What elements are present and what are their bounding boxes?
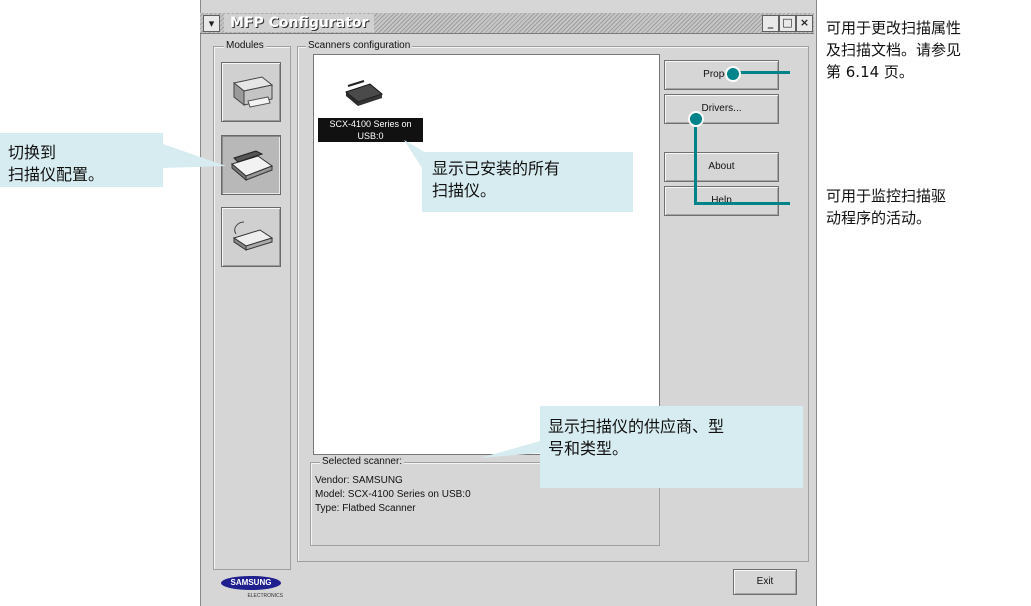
drivers-note-line1: 可用于监控扫描驱 bbox=[826, 187, 947, 205]
drivers-leader-vertical bbox=[694, 117, 697, 205]
drivers-leader-horizontal bbox=[694, 202, 790, 205]
vendor-callout-pointer bbox=[480, 441, 540, 458]
installed-callout: 显示已安装的所有 扫描仪。 bbox=[422, 152, 633, 212]
switch-callout-pointer bbox=[163, 144, 226, 168]
properties-note-line2: 及扫描文档。请参见 bbox=[826, 41, 962, 59]
switch-callout: 切换到 扫描仪配置。 bbox=[0, 133, 163, 187]
vendor-callout-line1: 显示扫描仪的供应商、型 bbox=[548, 417, 725, 436]
properties-note: 可用于更改扫描属性 及扫描文档。请参见 第 6.14 页。 bbox=[826, 17, 961, 83]
drivers-note-line2: 动程序的活动。 bbox=[826, 209, 932, 227]
switch-callout-line1: 切换到 bbox=[8, 143, 57, 162]
installed-callout-line1: 显示已安装的所有 bbox=[432, 159, 561, 178]
callout-pointers bbox=[163, 140, 540, 458]
drivers-leader-dot bbox=[688, 111, 704, 127]
properties-note-line3: 第 6.14 页。 bbox=[826, 63, 914, 81]
switch-callout-line2: 扫描仪配置。 bbox=[8, 165, 105, 184]
drivers-note: 可用于监控扫描驱 动程序的活动。 bbox=[826, 185, 946, 229]
properties-note-line1: 可用于更改扫描属性 bbox=[826, 19, 962, 37]
installed-callout-line2: 扫描仪。 bbox=[432, 181, 497, 200]
vendor-callout-line2: 号和类型。 bbox=[548, 439, 629, 458]
vendor-callout: 显示扫描仪的供应商、型 号和类型。 bbox=[540, 406, 803, 488]
properties-leader-dot bbox=[725, 66, 741, 82]
